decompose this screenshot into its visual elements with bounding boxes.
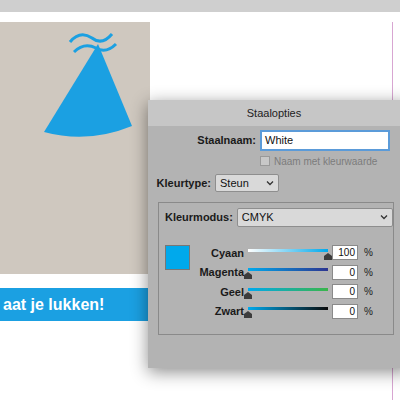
color-mode-row: Kleurmodus:CMYK — [159, 203, 393, 227]
color-section: Kleurmodus:CMYKCyaan100%Magenta0%Geel0%Z… — [158, 202, 394, 335]
slider-unit: % — [362, 284, 373, 299]
slider-track-area[interactable] — [248, 265, 328, 279]
pasteboard-strip — [0, 0, 400, 12]
dialog-title-bar[interactable]: Staalopties — [148, 100, 400, 126]
color-mode-select[interactable]: CMYK — [237, 208, 393, 227]
name-with-value-checkbox — [260, 156, 270, 166]
slider-label: Cyaan — [196, 245, 244, 262]
chevron-down-icon — [266, 180, 274, 186]
chevron-down-icon — [380, 214, 388, 220]
slider-unit: % — [362, 304, 373, 319]
slider-value-input[interactable]: 0 — [332, 265, 358, 280]
color-type-row: Kleurtype:Steun — [148, 174, 400, 193]
slider-track — [248, 288, 328, 291]
name-input[interactable]: White — [260, 130, 390, 151]
slider-track — [248, 268, 328, 271]
color-type-label: Kleurtype: — [148, 175, 211, 192]
slider-list: Cyaan 100% Magenta 0% Geel 0% Zwart 0% — [196, 245, 373, 320]
slider-value-input[interactable]: 100 — [332, 245, 358, 260]
name-label: Staalnaam: — [148, 132, 256, 149]
slider-unit: % — [362, 265, 373, 280]
checkbox-label: Naam met kleurwaarde — [274, 154, 377, 169]
slider-track-area[interactable] — [248, 246, 328, 260]
slider-value-input[interactable]: 0 — [332, 284, 358, 299]
banner-text: aat je lukken! — [3, 293, 104, 317]
slider-value-input[interactable]: 0 — [332, 304, 358, 319]
slider-thumb-icon[interactable] — [244, 311, 252, 318]
dialog-title: Staalopties — [247, 105, 301, 122]
color-type-select[interactable]: Steun — [215, 174, 279, 193]
slider-thumb-icon[interactable] — [244, 292, 252, 299]
slider-row: Zwart 0% — [196, 303, 373, 320]
slider-thumb-icon[interactable] — [244, 272, 252, 279]
color-mode-label: Kleurmodus: — [165, 209, 233, 226]
indesign-screen: aat je lukken! Staalopties Staalnaam:White… — [0, 0, 400, 400]
photo — [0, 22, 150, 274]
slider-label: Magenta — [196, 264, 244, 281]
slider-row: Geel 0% — [196, 284, 373, 301]
color-swatch — [165, 245, 190, 270]
swatch-options-dialog: Staalopties Staalnaam:White Naam met kleur… — [148, 100, 400, 368]
slider-unit: % — [362, 245, 373, 260]
slider-row: Magenta 0% — [196, 264, 373, 281]
slider-row: Cyaan 100% — [196, 245, 373, 262]
slider-track-area[interactable] — [248, 304, 328, 318]
party-hat-icon — [0, 22, 150, 182]
slider-track — [248, 307, 328, 310]
slider-thumb-icon[interactable] — [324, 253, 332, 260]
banner: aat je lukken! — [0, 288, 150, 321]
slider-label: Zwart — [196, 303, 244, 320]
name-row: Staalnaam:White — [148, 130, 400, 151]
checkbox-row: Naam met kleurwaarde — [148, 154, 400, 169]
slider-track-area[interactable] — [248, 285, 328, 299]
slider-label: Geel — [196, 284, 244, 301]
slider-track — [248, 249, 328, 252]
